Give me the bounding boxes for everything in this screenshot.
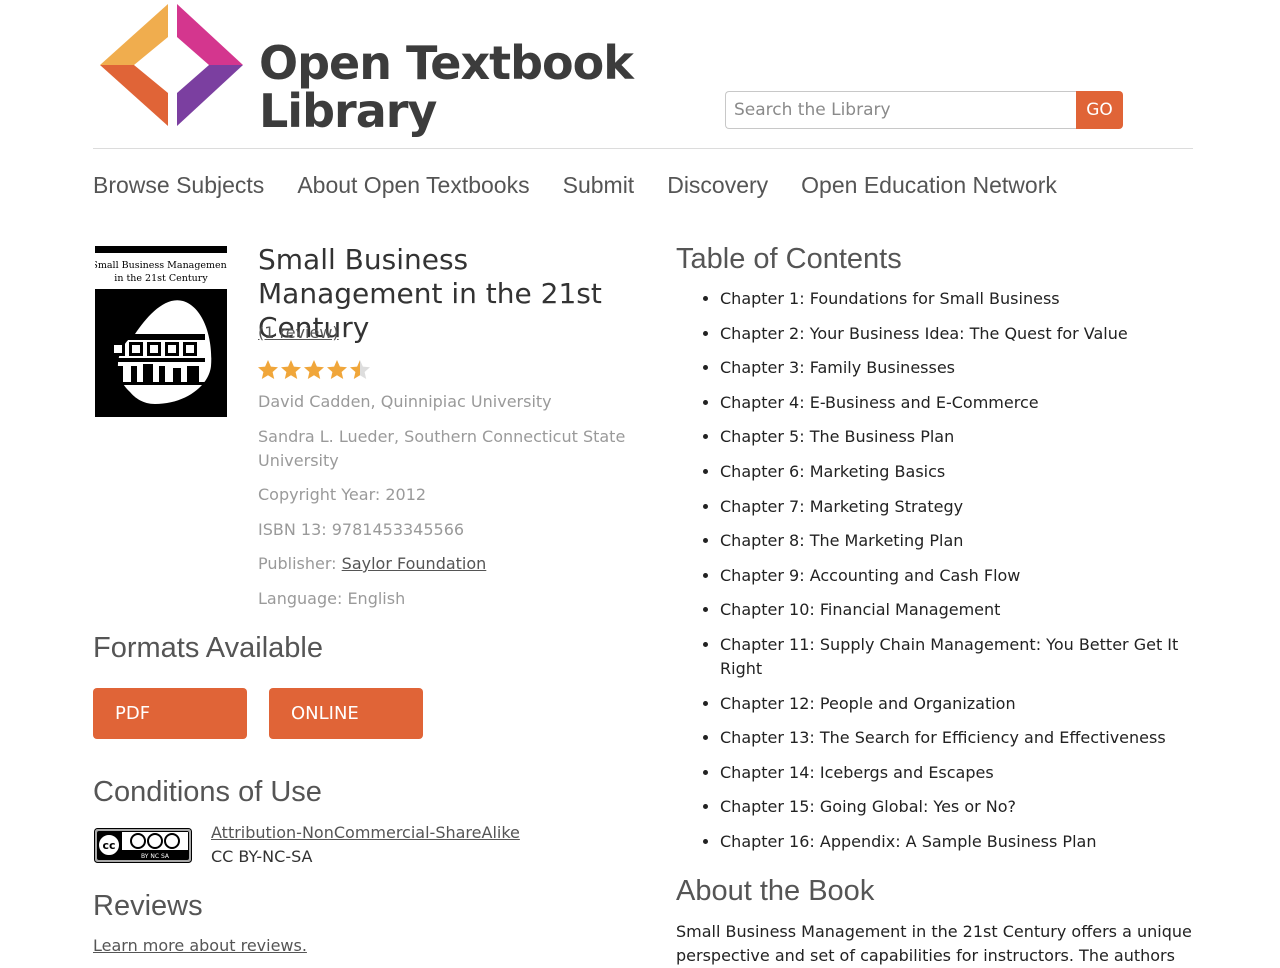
toc-item: Chapter 4: E-Business and E-Commerce [720,391,1200,415]
toc-item: Chapter 16: Appendix: A Sample Business … [720,830,1200,854]
toc-item: Chapter 10: Financial Management [720,598,1200,622]
about-title: About the Book [676,875,875,907]
open-textbook-library-logo-icon[interactable] [100,2,245,128]
brand-name-line2[interactable]: Library [259,88,437,134]
star-half-icon [350,360,370,379]
formats-title: Formats Available [93,632,323,664]
search-go-button[interactable]: GO [1076,91,1123,129]
search-input[interactable] [725,91,1076,129]
star-full-icon [327,360,347,379]
learn-more-reviews-link[interactable]: Learn more about reviews. [93,936,307,955]
cover-text-line1: Small Business Management [95,260,227,271]
language: Language: English [258,589,406,608]
about-text: Small Business Management in the 21st Ce… [676,922,1192,965]
toc-item: Chapter 2: Your Business Idea: The Quest… [720,322,1200,346]
header-divider [93,148,1193,149]
toc-item: Chapter 11: Supply Chain Management: You… [720,633,1200,681]
publisher-link[interactable]: Saylor Foundation [342,554,487,573]
review-count-link[interactable]: (1 review) [258,323,339,342]
nav-submit[interactable]: Submit [563,172,635,199]
svg-text:cc: cc [102,839,115,852]
format-pdf-button[interactable]: PDF [93,688,247,739]
license-code: CC BY-NC-SA [211,847,313,866]
toc-item: Chapter 12: People and Organization [720,692,1200,716]
toc-item: Chapter 1: Foundations for Small Busines… [720,287,1200,311]
star-full-icon [304,360,324,379]
main-nav: Browse Subjects About Open Textbooks Sub… [93,172,1090,199]
toc-item: Chapter 14: Icebergs and Escapes [720,761,1200,785]
copyright-year: Copyright Year: 2012 [258,485,427,504]
toc-item: Chapter 3: Family Businesses [720,356,1200,380]
toc-item: Chapter 9: Accounting and Cash Flow [720,564,1200,588]
toc-item: Chapter 5: The Business Plan [720,425,1200,449]
book-cover-image: Small Business Management in the 21st Ce… [95,246,227,417]
isbn: ISBN 13: 9781453345566 [258,520,465,539]
toc-item: Chapter 8: The Marketing Plan [720,529,1200,553]
publisher: Publisher: Saylor Foundation [258,552,638,576]
author-2: Sandra L. Lueder, Southern Connecticut S… [258,427,626,470]
toc-item: Chapter 7: Marketing Strategy [720,495,1200,519]
toc-item: Chapter 6: Marketing Basics [720,460,1200,484]
brand-name-line1[interactable]: Open Textbook [259,40,634,86]
nav-discovery[interactable]: Discovery [667,172,768,199]
rating-stars [258,360,370,379]
license-link[interactable]: Attribution-NonCommercial-ShareAlike [211,823,520,842]
conditions-title: Conditions of Use [93,776,322,808]
star-full-icon [281,360,301,379]
reviews-title: Reviews [93,890,203,922]
nav-browse-subjects[interactable]: Browse Subjects [93,172,264,199]
format-online-button[interactable]: ONLINE [269,688,423,739]
toc-item: Chapter 15: Going Global: Yes or No? [720,795,1200,819]
toc-list: Chapter 1: Foundations for Small Busines… [698,287,1200,865]
cover-text-line2: in the 21st Century [114,273,208,284]
nav-about-open-textbooks[interactable]: About Open Textbooks [297,172,529,199]
toc-item: Chapter 13: The Search for Efficiency an… [720,726,1200,750]
cc-badge-text: BY NC SA [141,853,170,860]
publisher-label: Publisher: [258,554,342,573]
toc-title: Table of Contents [676,243,902,275]
nav-open-education-network[interactable]: Open Education Network [801,172,1057,199]
author-1: David Cadden, Quinnipiac University [258,392,552,411]
cc-by-nc-sa-badge-icon: cc BY NC SA [94,828,192,863]
star-full-icon [258,360,278,379]
